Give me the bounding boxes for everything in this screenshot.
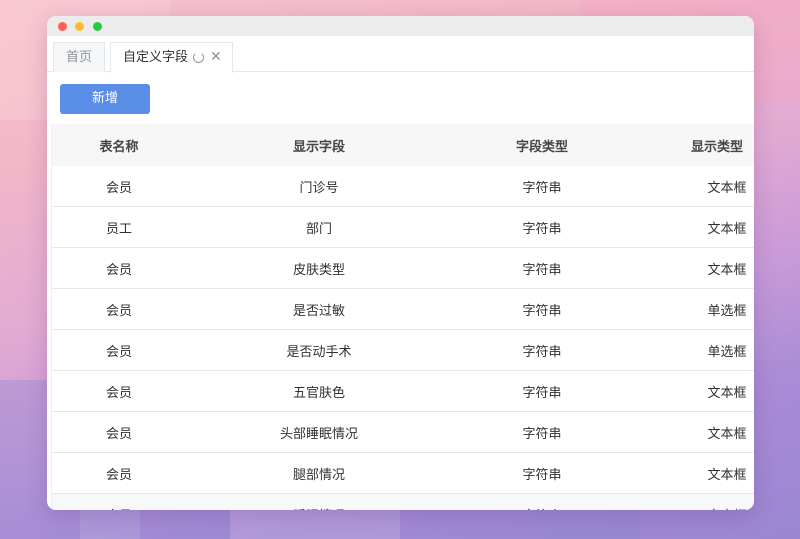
tab-home-label: 首页: [66, 50, 93, 65]
table-cell: 头部睡眠情况: [279, 426, 358, 442]
table-cell: 文本框: [707, 180, 747, 196]
window-titlebar: [47, 16, 754, 36]
close-icon[interactable]: ✕: [210, 43, 222, 72]
fields-table: 表名称 显示字段 字段类型 显示类型 会员 门诊号 字符串 文本框 员工 部门 …: [51, 124, 754, 510]
column-header-display-type[interactable]: 显示类型: [662, 124, 754, 166]
table-cell: 字符串: [522, 180, 562, 196]
refresh-icon[interactable]: [193, 52, 204, 63]
table-row[interactable]: 员工 部门 字符串 文本框: [52, 207, 754, 248]
table-row[interactable]: 会员 是否动手术 字符串 单选框: [52, 330, 754, 371]
table-cell: 员工: [105, 221, 132, 237]
table-cell: 文本框: [632, 494, 754, 511]
table-cell: 字符串: [522, 467, 562, 483]
table-cell: 是否过敏: [292, 303, 345, 319]
table-cell: 是否动手术: [286, 344, 352, 360]
table-row[interactable]: 会员 腿部情况 字符串 文本框: [52, 453, 754, 494]
table-cell: 文本框: [707, 262, 747, 278]
table-row[interactable]: 会员 五官肤色 字符串 文本框: [52, 371, 754, 412]
table-cell: 会员: [105, 426, 132, 442]
app-window: 首页 自定义字段 ✕ 新增 表名称 显示字段 字段类型 显示类型 会员 门诊号 …: [47, 16, 754, 510]
table-cell: 字符串: [522, 262, 562, 278]
table-header: 表名称 显示字段 字段类型 显示类型: [52, 124, 754, 166]
table-cell: 字符串: [522, 426, 562, 442]
table-cell: 字符串: [522, 385, 562, 401]
table-cell: 文本框: [707, 467, 747, 483]
close-window-button[interactable]: [58, 22, 67, 31]
table-cell: 会员: [105, 180, 132, 196]
table-cell: 文本框: [707, 385, 747, 401]
table-cell: 五官肤色: [292, 385, 345, 401]
table-cell: 字符串: [522, 344, 562, 360]
tab-bar: 首页 自定义字段 ✕: [47, 36, 754, 73]
table-cell: 会员: [105, 344, 132, 360]
add-button[interactable]: 新增: [60, 84, 150, 114]
table-row[interactable]: 会员 睡眠情况 字符串 文本框: [52, 494, 754, 510]
table-cell: 字符串: [452, 494, 632, 511]
table-cell: 单选框: [707, 344, 747, 360]
table-cell: 部门: [305, 221, 332, 237]
table-cell: 门诊号: [299, 180, 339, 196]
column-header-field-type[interactable]: 字段类型: [452, 124, 632, 166]
table-cell: 文本框: [707, 221, 747, 237]
tab-custom-fields[interactable]: 自定义字段 ✕: [110, 42, 233, 73]
column-header-table-name[interactable]: 表名称: [52, 124, 186, 166]
tab-custom-fields-label: 自定义字段: [123, 50, 189, 65]
table-cell: 字符串: [522, 221, 562, 237]
table-cell: 会员: [105, 467, 132, 483]
table-cell: 会员: [105, 385, 132, 401]
table-cell: 会员: [105, 262, 132, 278]
table-cell: 皮肤类型: [292, 262, 345, 278]
table-cell: 字符串: [522, 303, 562, 319]
table-row[interactable]: 会员 皮肤类型 字符串 文本框: [52, 248, 754, 289]
table-cell: 腿部情况: [292, 467, 345, 483]
tab-home[interactable]: 首页: [53, 42, 105, 72]
minimize-window-button[interactable]: [75, 22, 84, 31]
table-cell: 睡眠情况: [186, 494, 452, 511]
table-cell: 会员: [52, 494, 186, 511]
table-row[interactable]: 会员 是否过敏 字符串 单选框: [52, 289, 754, 330]
table-cell: 会员: [105, 303, 132, 319]
column-header-display-field[interactable]: 显示字段: [186, 124, 452, 166]
table-row[interactable]: 会员 头部睡眠情况 字符串 文本框: [52, 412, 754, 453]
table-cell: 单选框: [707, 303, 747, 319]
maximize-window-button[interactable]: [93, 22, 102, 31]
table-cell: 文本框: [707, 426, 747, 442]
table-row[interactable]: 会员 门诊号 字符串 文本框: [52, 166, 754, 207]
